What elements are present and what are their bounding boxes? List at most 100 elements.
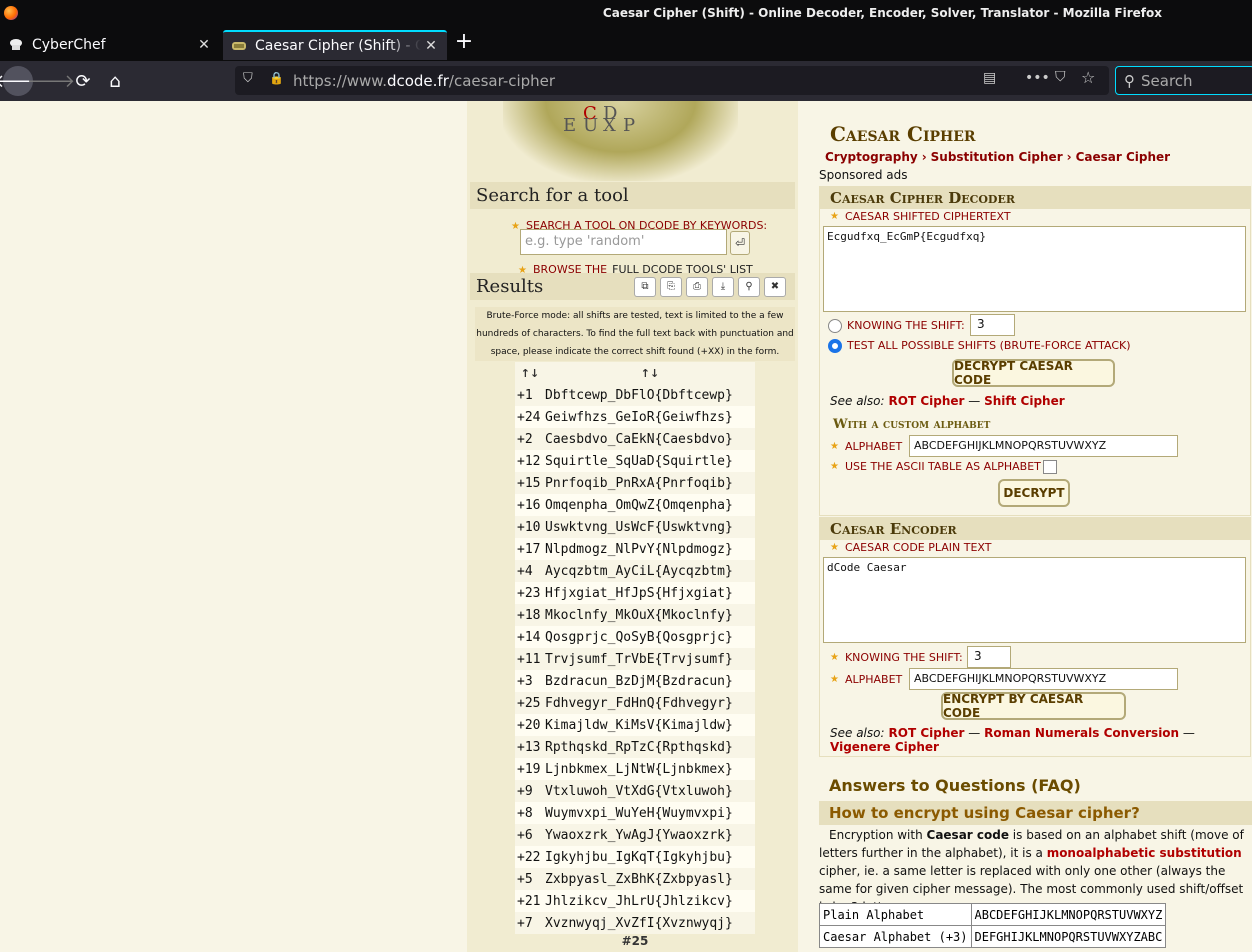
knowing-shift-radio[interactable] [828,319,842,333]
search-box[interactable]: ⚲ Search [1115,66,1252,95]
result-text: Hfjxgiat_HfJpS{Hfjxgiat} [545,585,733,601]
decoder-title: Caesar Cipher Decoder [820,187,1250,209]
clipboard-icon[interactable]: ⎘ [660,277,682,297]
result-row: +16 Omqenpha_OmQwZ{Omqenpha} [515,494,755,516]
alphabet-label: ★ ALPHABET [830,440,903,453]
encoder-see-also: See also: ROT Cipher — Roman Numerals Con… [830,726,1195,754]
result-shift: +4 [517,563,533,579]
copy-icon[interactable]: ⧉ [634,277,656,297]
table-row: Caesar Alphabet (+3) DEFGHIJKLMNOPQRSTUVW… [819,925,1167,948]
dcode-logo-cylinder: C D E U X P [503,101,738,181]
breadcrumb-caesar[interactable]: Caesar Cipher [1076,150,1171,164]
sort-text-button[interactable]: ↑↓ [545,362,755,384]
vigenere-link[interactable]: Vigenere Cipher [830,740,939,754]
result-text: Qosgprjc_QoSyB{Qosgprjc} [545,629,733,645]
rot-cipher-link[interactable]: ROT Cipher [889,726,965,740]
page-actions-icon[interactable]: ••• [1025,70,1050,86]
ciphertext-textarea[interactable]: Ecgudfxq_EcGmP{Ecgudfxq} [823,226,1246,312]
lock-icon[interactable]: 🔒 [269,71,284,85]
print-icon[interactable]: ⎙ [686,277,708,297]
result-shift: +18 [517,607,541,623]
reload-button[interactable]: ⟳ [68,66,98,96]
result-text: Squirtle_SqUaD{Squirtle} [545,453,733,469]
plaintext-textarea[interactable]: dCode Caesar [823,557,1246,643]
download-icon[interactable]: ⤓ [712,277,734,297]
result-shift: +9 [517,783,533,799]
breadcrumb: Cryptography › Substitution Cipher › Caesar … [825,150,1171,164]
result-shift: +24 [517,409,541,425]
chef-hat-icon [10,39,22,50]
decrypt-caesar-button[interactable]: DECRYPT CAESAR CODE [952,359,1115,387]
browser-chrome: Caesar Cipher (Shift) - Online Decoder, … [0,0,1252,101]
sort-shift-button[interactable]: ↑↓ [515,362,545,384]
roman-numerals-link[interactable]: Roman Numerals Conversion [984,726,1179,740]
result-text: Jhlzikcv_JhLrU{Jhlzikcv} [545,893,733,909]
bookmark-star-icon[interactable]: ☆ [1081,68,1095,87]
url-bar[interactable]: ⛉ 🔒 https://www.dcode.fr/caesar-cipher ▤… [235,66,1109,95]
enter-button[interactable]: ⏎ [730,231,750,255]
shield-icon[interactable]: ⛉ [243,71,253,86]
close-tab-icon[interactable]: ✕ [194,37,214,53]
result-text: Trvjsumf_TrVbE{Trvjsumf} [545,651,733,667]
result-shift: +13 [517,739,541,755]
table-row: Plain Alphabet ABCDEFGHIJKLMNOPQRSTUVWXYZ [819,903,1167,926]
home-button[interactable]: ⌂ [100,66,130,96]
window-title: Caesar Cipher (Shift) - Online Decoder, … [602,6,1162,20]
pin-icon[interactable]: ⚲ [738,277,760,297]
bruteforce-label: TEST ALL POSSIBLE SHIFTS (BRUTE-FORCE AT… [847,339,1131,352]
result-text: Geiwfhzs_GeIoR{Geiwfhzs} [545,409,733,425]
monoalphabetic-link[interactable]: monoalphabetic substitution [1047,846,1242,860]
result-text: Fdhvegyr_FdHnQ{Fdhvegyr} [545,695,733,711]
result-row: +6 Ywaoxzrk_YwAgJ{Ywaoxzrk} [515,824,755,846]
forward-button[interactable]: 🡒 [27,66,75,96]
keyword-search-input[interactable]: e.g. type 'random' [520,229,727,255]
result-shift: +5 [517,871,533,887]
new-tab-button[interactable]: + [452,31,476,55]
result-shift: +25 [517,695,541,711]
results-count: #25 [515,934,755,952]
result-shift: +14 [517,629,541,645]
encrypt-button[interactable]: ENCRYPT BY CAESAR CODE [941,692,1126,720]
result-shift: +2 [517,431,533,447]
star-icon: ★ [511,221,520,232]
result-row: +9 Vtxluwoh_VtXdG{Vtxluwoh} [515,780,755,802]
close-tab-icon[interactable]: ✕ [421,38,441,54]
shift-cipher-link[interactable]: Shift Cipher [984,394,1065,408]
ascii-checkbox[interactable] [1043,460,1057,474]
result-row: +24 Geiwfhzs_GeIoR{Geiwfhzs} [515,406,755,428]
search-icon: ⚲ [1124,71,1135,90]
results-table: ↑↓ ↑↓ +1 Dbftcewp_DbFlO{Dbftcewp} +24 Geiwf… [515,362,755,934]
encoder-alphabet-label: ★ ALPHABET [830,673,903,686]
result-text: Zxbpyasl_ZxBhK{Zxbpyasl} [545,871,733,887]
result-shift: +19 [517,761,541,777]
result-text: Vtxluwoh_VtXdG{Vtxluwoh} [545,783,733,799]
decoder-shift-input[interactable]: 3 [970,314,1015,336]
close-icon[interactable]: ✖ [764,277,786,297]
result-shift: +15 [517,475,541,491]
breadcrumb-cryptography[interactable]: Cryptography [825,150,918,164]
decoder-alphabet-input[interactable]: ABCDEFGHIJKLMNOPQRSTUVWXYZ [909,435,1178,457]
result-shift: +12 [517,453,541,469]
bruteforce-radio[interactable] [828,339,842,353]
ciphertext-label: ★ CAESAR SHIFTED CIPHERTEXT [830,210,1011,223]
plaintext-label: ★ CAESAR CODE PLAIN TEXT [830,541,992,554]
rot-cipher-link[interactable]: ROT Cipher [889,394,965,408]
reader-view-icon[interactable]: ▤ [983,70,996,86]
result-row: +20 Kimajldw_KiMsV{Kimajldw} [515,714,755,736]
page-title: Caesar Cipher [830,122,976,146]
tab-caesar-cipher[interactable]: Caesar Cipher (Shift) - Online Decoder ✕ [223,30,447,60]
decrypt-button[interactable]: DECRYPT [998,479,1070,507]
result-text: Mkoclnfy_MkOuX{Mkoclnfy} [545,607,733,623]
decoder-see-also: See also: ROT Cipher — Shift Cipher [830,394,1065,408]
result-text: Omqenpha_OmQwZ{Omqenpha} [545,497,733,513]
encoder-shift-input[interactable]: 3 [967,646,1011,668]
result-shift: +1 [517,387,533,403]
pocket-icon[interactable]: ⛉ [1055,69,1066,85]
result-shift: +7 [517,915,533,931]
result-text: Uswktvng_UsWcF{Uswktvng} [545,519,733,535]
encoder-alphabet-input[interactable]: ABCDEFGHIJKLMNOPQRSTUVWXYZ [909,668,1178,690]
tab-cyberchef[interactable]: CyberChef ✕ [0,30,220,60]
breadcrumb-substitution[interactable]: Substitution Cipher [931,150,1063,164]
encoder-title: Caesar Encoder [820,518,1250,540]
result-text: Xvznwyqj_XvZfI{Xvznwyqj} [545,915,733,931]
